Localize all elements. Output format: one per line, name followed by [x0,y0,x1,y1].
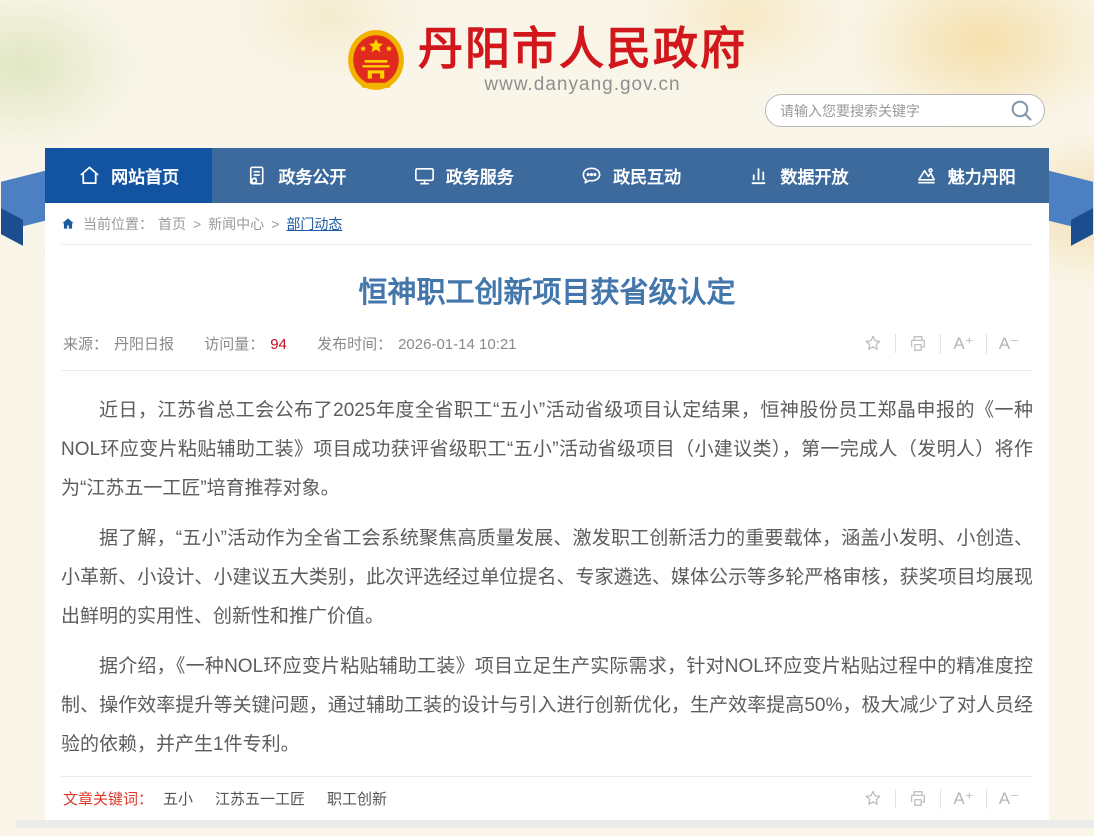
nav-item-open-data[interactable]: 数据开放 [714,148,881,203]
main-nav: 网站首页 政务公开 政务服务 [45,148,1049,203]
keywords-row: 文章关键词： 五小 江苏五一工匠 职工创新 A⁺ A⁻ [61,776,1033,820]
nav-item-charming-danyang[interactable]: 魅力丹阳 [882,148,1049,203]
font-increase-button[interactable]: A⁺ [940,789,985,809]
article-title: 恒神职工创新项目获省级认定 [61,269,1033,311]
article-body: 近日，江苏省总工会公布了2025年度全省职工“五小”活动省级项目认定结果，恒神股… [61,371,1033,775]
keywords: 文章关键词： 五小 江苏五一工匠 职工创新 [63,788,409,809]
breadcrumb-separator: > [271,216,279,232]
breadcrumb-link-news-center[interactable]: 新闻中心 [208,214,264,234]
article-tools-top: A⁺ A⁻ [851,334,1031,354]
bar-chart-icon [747,164,770,187]
page-container: 丹阳市人民政府 www.danyang.gov.cn [45,0,1049,828]
keyword-link[interactable]: 职工创新 [327,788,387,809]
nav-label: 政民互动 [613,163,681,188]
chat-icon [580,164,603,187]
keyword-link[interactable]: 五小 [163,788,193,809]
monitor-icon [413,164,436,187]
nav-label: 政务服务 [446,163,514,188]
site-logo[interactable]: 丹阳市人民政府 www.danyang.gov.cn [45,0,1049,96]
article-meta: 来源： 丹阳日报 访问量： 94 发布时间： 2026-01-14 10:21 [63,333,523,354]
article-paragraph-2: 据了解，“五小”活动作为全省工会系统聚焦高质量发展、激发职工创新活力的重要载体，… [61,519,1033,636]
star-icon [863,334,883,353]
breadcrumb: 当前位置： 首页 > 新闻中心 > 部门动态 [61,203,1033,245]
site-name: 丹阳市人民政府 [418,24,747,74]
site-url: www.danyang.gov.cn [484,74,680,96]
site-header: 丹阳市人民政府 www.danyang.gov.cn [45,0,1049,148]
nav-item-gov-services[interactable]: 政务服务 [380,148,547,203]
nav-label: 魅力丹阳 [948,163,1016,188]
keywords-label: 文章关键词： [63,788,153,809]
views-count: 94 [270,336,287,353]
publish-time-label: 发布时间： [317,336,392,353]
source-label: 来源： [63,336,108,353]
article-paragraph-1: 近日，江苏省总工会公布了2025年度全省职工“五小”活动省级项目认定结果，恒神股… [61,391,1033,508]
article-paragraph-3: 据介绍，《一种NOL环应变片粘贴辅助工装》项目立足生产实际需求，针对NOL环应变… [61,647,1033,764]
article-tools-bottom: A⁺ A⁻ [851,789,1031,809]
search-box [765,94,1045,127]
print-button[interactable] [895,789,940,808]
content-panel: 当前位置： 首页 > 新闻中心 > 部门动态 恒神职工创新项目获省级认定 来源：… [45,203,1049,828]
font-decrease-button[interactable]: A⁻ [986,789,1031,809]
font-increase-button[interactable]: A⁺ [940,334,985,354]
keyword-link[interactable]: 江苏五一工匠 [215,788,305,809]
home-icon [78,164,101,187]
source-value: 丹阳日报 [114,336,174,353]
nav-item-interaction[interactable]: 政民互动 [547,148,714,203]
printer-icon [908,334,928,353]
nav-item-homepage[interactable]: 网站首页 [45,148,212,203]
document-icon [245,164,268,187]
footer-strip [16,820,1094,828]
breadcrumb-link-home[interactable]: 首页 [158,214,186,234]
logo-text: 丹阳市人民政府 www.danyang.gov.cn [418,24,747,96]
search-input[interactable] [780,103,1009,119]
views-label: 访问量： [204,336,264,353]
main-nav-wrap: 网站首页 政务公开 政务服务 [45,148,1049,203]
nav-label: 网站首页 [111,163,179,188]
print-button[interactable] [895,334,940,353]
breadcrumb-label: 当前位置： [83,214,153,234]
font-decrease-button[interactable]: A⁻ [986,334,1031,354]
printer-icon [908,789,928,808]
nav-label: 政务公开 [278,163,346,188]
search-button[interactable] [1009,98,1034,123]
breadcrumb-current-dept-news[interactable]: 部门动态 [286,214,342,234]
nav-label: 数据开放 [780,163,848,188]
star-icon [863,789,883,808]
mountain-icon [915,164,938,187]
favorite-button[interactable] [851,334,895,353]
magnifier-icon [1009,98,1034,123]
favorite-button[interactable] [851,789,895,808]
home-icon [61,217,75,230]
article-meta-row: 来源： 丹阳日报 访问量： 94 发布时间： 2026-01-14 10:21 A⁺ … [61,327,1033,371]
nav-item-gov-info[interactable]: 政务公开 [212,148,379,203]
breadcrumb-separator: > [193,216,201,232]
publish-time-value: 2026-01-14 10:21 [398,336,516,353]
national-emblem-icon [347,29,405,91]
